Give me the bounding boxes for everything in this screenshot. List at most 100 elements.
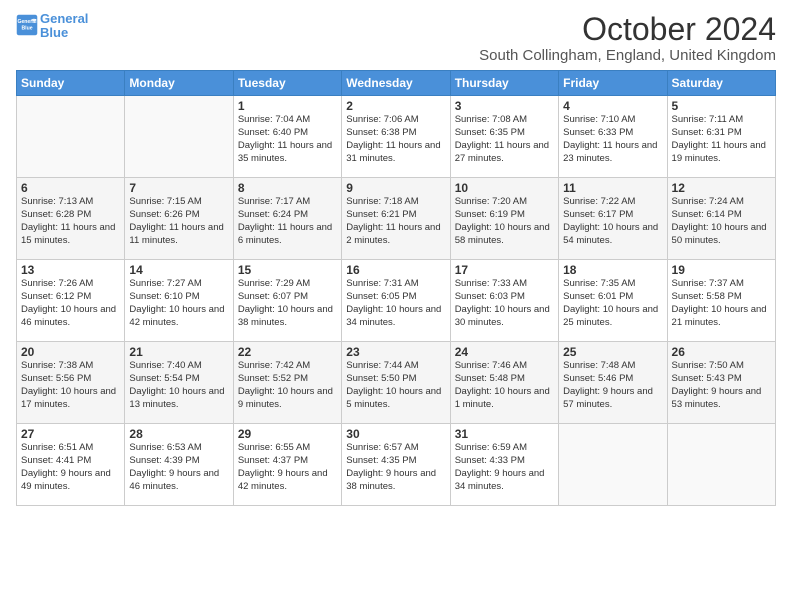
column-header-monday: Monday — [125, 71, 233, 96]
day-number: 30 — [346, 427, 445, 441]
column-header-sunday: Sunday — [17, 71, 125, 96]
day-info: Sunrise: 7:27 AM Sunset: 6:10 PM Dayligh… — [129, 278, 228, 329]
calendar-cell — [125, 96, 233, 178]
day-number: 27 — [21, 427, 120, 441]
calendar-cell: 9Sunrise: 7:18 AM Sunset: 6:21 PM Daylig… — [342, 178, 450, 260]
column-header-friday: Friday — [559, 71, 667, 96]
week-row-4: 20Sunrise: 7:38 AM Sunset: 5:56 PM Dayli… — [17, 342, 776, 424]
week-row-1: 1Sunrise: 7:04 AM Sunset: 6:40 PM Daylig… — [17, 96, 776, 178]
calendar-cell: 29Sunrise: 6:55 AM Sunset: 4:37 PM Dayli… — [233, 424, 341, 506]
calendar-cell: 17Sunrise: 7:33 AM Sunset: 6:03 PM Dayli… — [450, 260, 558, 342]
day-info: Sunrise: 7:46 AM Sunset: 5:48 PM Dayligh… — [455, 360, 554, 411]
calendar-cell: 10Sunrise: 7:20 AM Sunset: 6:19 PM Dayli… — [450, 178, 558, 260]
calendar-cell: 19Sunrise: 7:37 AM Sunset: 5:58 PM Dayli… — [667, 260, 775, 342]
day-info: Sunrise: 7:40 AM Sunset: 5:54 PM Dayligh… — [129, 360, 228, 411]
calendar-cell: 23Sunrise: 7:44 AM Sunset: 5:50 PM Dayli… — [342, 342, 450, 424]
week-row-5: 27Sunrise: 6:51 AM Sunset: 4:41 PM Dayli… — [17, 424, 776, 506]
logo: General Blue General Blue — [16, 12, 88, 41]
day-number: 20 — [21, 345, 120, 359]
calendar-cell — [667, 424, 775, 506]
calendar-cell: 15Sunrise: 7:29 AM Sunset: 6:07 PM Dayli… — [233, 260, 341, 342]
day-number: 13 — [21, 263, 120, 277]
day-info: Sunrise: 7:08 AM Sunset: 6:35 PM Dayligh… — [455, 114, 554, 165]
day-number: 18 — [563, 263, 662, 277]
day-info: Sunrise: 7:15 AM Sunset: 6:26 PM Dayligh… — [129, 196, 228, 247]
calendar-cell — [17, 96, 125, 178]
day-info: Sunrise: 7:06 AM Sunset: 6:38 PM Dayligh… — [346, 114, 445, 165]
calendar-cell: 31Sunrise: 6:59 AM Sunset: 4:33 PM Dayli… — [450, 424, 558, 506]
week-row-3: 13Sunrise: 7:26 AM Sunset: 6:12 PM Dayli… — [17, 260, 776, 342]
day-number: 4 — [563, 99, 662, 113]
day-number: 10 — [455, 181, 554, 195]
day-number: 7 — [129, 181, 228, 195]
calendar-cell: 28Sunrise: 6:53 AM Sunset: 4:39 PM Dayli… — [125, 424, 233, 506]
day-info: Sunrise: 7:31 AM Sunset: 6:05 PM Dayligh… — [346, 278, 445, 329]
day-number: 26 — [672, 345, 771, 359]
day-info: Sunrise: 6:55 AM Sunset: 4:37 PM Dayligh… — [238, 442, 337, 493]
day-number: 19 — [672, 263, 771, 277]
calendar-cell: 24Sunrise: 7:46 AM Sunset: 5:48 PM Dayli… — [450, 342, 558, 424]
calendar-cell: 20Sunrise: 7:38 AM Sunset: 5:56 PM Dayli… — [17, 342, 125, 424]
calendar-cell: 14Sunrise: 7:27 AM Sunset: 6:10 PM Dayli… — [125, 260, 233, 342]
calendar: SundayMondayTuesdayWednesdayThursdayFrid… — [16, 70, 776, 506]
day-number: 3 — [455, 99, 554, 113]
calendar-cell: 25Sunrise: 7:48 AM Sunset: 5:46 PM Dayli… — [559, 342, 667, 424]
logo-text-line2: Blue — [40, 26, 88, 40]
calendar-cell: 7Sunrise: 7:15 AM Sunset: 6:26 PM Daylig… — [125, 178, 233, 260]
day-info: Sunrise: 7:37 AM Sunset: 5:58 PM Dayligh… — [672, 278, 771, 329]
day-number: 9 — [346, 181, 445, 195]
day-info: Sunrise: 7:29 AM Sunset: 6:07 PM Dayligh… — [238, 278, 337, 329]
calendar-cell: 3Sunrise: 7:08 AM Sunset: 6:35 PM Daylig… — [450, 96, 558, 178]
day-number: 21 — [129, 345, 228, 359]
logo-icon: General Blue — [16, 14, 38, 36]
svg-text:Blue: Blue — [21, 26, 32, 32]
calendar-cell: 1Sunrise: 7:04 AM Sunset: 6:40 PM Daylig… — [233, 96, 341, 178]
calendar-cell: 4Sunrise: 7:10 AM Sunset: 6:33 PM Daylig… — [559, 96, 667, 178]
day-info: Sunrise: 7:10 AM Sunset: 6:33 PM Dayligh… — [563, 114, 662, 165]
day-info: Sunrise: 7:26 AM Sunset: 6:12 PM Dayligh… — [21, 278, 120, 329]
day-number: 22 — [238, 345, 337, 359]
day-info: Sunrise: 7:04 AM Sunset: 6:40 PM Dayligh… — [238, 114, 337, 165]
day-info: Sunrise: 7:13 AM Sunset: 6:28 PM Dayligh… — [21, 196, 120, 247]
day-number: 28 — [129, 427, 228, 441]
day-number: 6 — [21, 181, 120, 195]
week-row-2: 6Sunrise: 7:13 AM Sunset: 6:28 PM Daylig… — [17, 178, 776, 260]
calendar-cell: 11Sunrise: 7:22 AM Sunset: 6:17 PM Dayli… — [559, 178, 667, 260]
calendar-cell: 2Sunrise: 7:06 AM Sunset: 6:38 PM Daylig… — [342, 96, 450, 178]
month-title: October 2024 — [479, 12, 776, 47]
day-number: 31 — [455, 427, 554, 441]
day-info: Sunrise: 7:17 AM Sunset: 6:24 PM Dayligh… — [238, 196, 337, 247]
day-info: Sunrise: 7:33 AM Sunset: 6:03 PM Dayligh… — [455, 278, 554, 329]
calendar-cell: 12Sunrise: 7:24 AM Sunset: 6:14 PM Dayli… — [667, 178, 775, 260]
calendar-cell: 13Sunrise: 7:26 AM Sunset: 6:12 PM Dayli… — [17, 260, 125, 342]
day-number: 12 — [672, 181, 771, 195]
calendar-cell: 21Sunrise: 7:40 AM Sunset: 5:54 PM Dayli… — [125, 342, 233, 424]
day-info: Sunrise: 7:20 AM Sunset: 6:19 PM Dayligh… — [455, 196, 554, 247]
day-number: 14 — [129, 263, 228, 277]
calendar-cell: 6Sunrise: 7:13 AM Sunset: 6:28 PM Daylig… — [17, 178, 125, 260]
day-number: 8 — [238, 181, 337, 195]
day-info: Sunrise: 7:18 AM Sunset: 6:21 PM Dayligh… — [346, 196, 445, 247]
day-info: Sunrise: 6:57 AM Sunset: 4:35 PM Dayligh… — [346, 442, 445, 493]
day-info: Sunrise: 7:22 AM Sunset: 6:17 PM Dayligh… — [563, 196, 662, 247]
day-number: 17 — [455, 263, 554, 277]
day-number: 2 — [346, 99, 445, 113]
header: General Blue General Blue October 2024 S… — [16, 12, 776, 64]
day-info: Sunrise: 6:53 AM Sunset: 4:39 PM Dayligh… — [129, 442, 228, 493]
column-header-wednesday: Wednesday — [342, 71, 450, 96]
day-number: 1 — [238, 99, 337, 113]
day-info: Sunrise: 7:42 AM Sunset: 5:52 PM Dayligh… — [238, 360, 337, 411]
logo-text-line1: General — [40, 12, 88, 26]
day-number: 16 — [346, 263, 445, 277]
day-info: Sunrise: 6:59 AM Sunset: 4:33 PM Dayligh… — [455, 442, 554, 493]
day-info: Sunrise: 6:51 AM Sunset: 4:41 PM Dayligh… — [21, 442, 120, 493]
day-info: Sunrise: 7:50 AM Sunset: 5:43 PM Dayligh… — [672, 360, 771, 411]
day-info: Sunrise: 7:35 AM Sunset: 6:01 PM Dayligh… — [563, 278, 662, 329]
calendar-cell: 8Sunrise: 7:17 AM Sunset: 6:24 PM Daylig… — [233, 178, 341, 260]
calendar-cell: 30Sunrise: 6:57 AM Sunset: 4:35 PM Dayli… — [342, 424, 450, 506]
day-number: 5 — [672, 99, 771, 113]
column-header-tuesday: Tuesday — [233, 71, 341, 96]
calendar-cell: 18Sunrise: 7:35 AM Sunset: 6:01 PM Dayli… — [559, 260, 667, 342]
day-info: Sunrise: 7:24 AM Sunset: 6:14 PM Dayligh… — [672, 196, 771, 247]
day-info: Sunrise: 7:48 AM Sunset: 5:46 PM Dayligh… — [563, 360, 662, 411]
